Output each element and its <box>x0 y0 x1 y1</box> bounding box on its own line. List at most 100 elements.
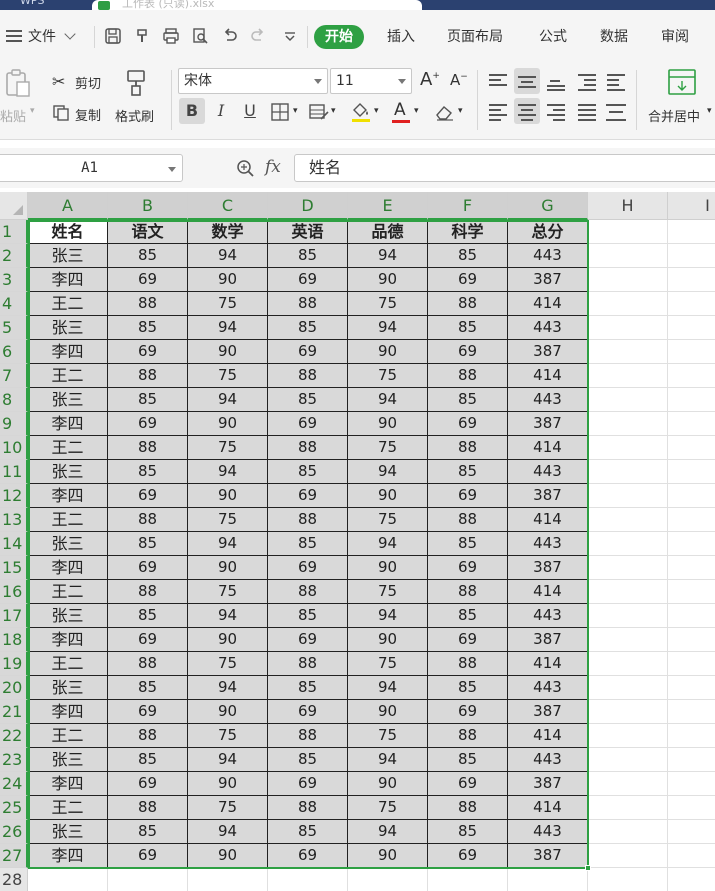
empty-cell[interactable] <box>668 820 715 844</box>
data-cell[interactable]: 90 <box>188 340 268 364</box>
empty-cell[interactable] <box>668 220 715 244</box>
empty-cell[interactable] <box>588 628 668 652</box>
data-cell[interactable]: 94 <box>188 604 268 628</box>
data-cell[interactable]: 69 <box>108 772 188 796</box>
empty-cell[interactable] <box>668 508 715 532</box>
data-cell[interactable]: 李四 <box>28 844 108 868</box>
customize-quick-access-icon[interactable] <box>281 27 299 45</box>
empty-cell[interactable] <box>588 844 668 868</box>
data-cell[interactable]: 85 <box>108 820 188 844</box>
data-cell[interactable]: 94 <box>188 316 268 340</box>
print-icon[interactable] <box>162 27 180 45</box>
app-tab[interactable]: WPS <box>0 0 90 10</box>
data-cell[interactable]: 85 <box>268 460 348 484</box>
data-cell[interactable]: 李四 <box>28 412 108 436</box>
empty-cell[interactable] <box>668 268 715 292</box>
empty-cell[interactable] <box>588 652 668 676</box>
data-cell[interactable]: 414 <box>508 580 588 604</box>
column-header-f[interactable]: F <box>428 192 508 220</box>
data-cell[interactable]: 75 <box>188 364 268 388</box>
data-cell[interactable]: 414 <box>508 724 588 748</box>
header-cell[interactable]: 姓名 <box>28 220 108 244</box>
data-cell[interactable]: 85 <box>428 532 508 556</box>
data-cell[interactable]: 414 <box>508 652 588 676</box>
column-header-e[interactable]: E <box>348 192 428 220</box>
empty-cell[interactable] <box>668 724 715 748</box>
row-header-2[interactable]: 2 <box>0 244 28 268</box>
row-header-27[interactable]: 27 <box>0 844 28 868</box>
tab-review[interactable]: 审阅 <box>661 25 689 49</box>
row-header-24[interactable]: 24 <box>0 772 28 796</box>
data-cell[interactable]: 443 <box>508 820 588 844</box>
empty-cell[interactable] <box>588 220 668 244</box>
data-cell[interactable]: 443 <box>508 532 588 556</box>
data-cell[interactable]: 85 <box>428 820 508 844</box>
data-cell[interactable]: 69 <box>428 340 508 364</box>
empty-cell[interactable] <box>668 796 715 820</box>
data-cell[interactable]: 88 <box>428 652 508 676</box>
data-cell[interactable]: 414 <box>508 364 588 388</box>
scissors-icon[interactable]: ✂ <box>52 72 65 91</box>
data-cell[interactable]: 69 <box>268 844 348 868</box>
data-cell[interactable]: 387 <box>508 268 588 292</box>
data-cell[interactable]: 94 <box>188 748 268 772</box>
data-cell[interactable]: 94 <box>348 316 428 340</box>
data-cell[interactable]: 88 <box>268 508 348 532</box>
merge-center-dropdown-icon[interactable]: ▾ <box>707 106 712 116</box>
empty-cell[interactable] <box>668 604 715 628</box>
data-cell[interactable]: 88 <box>108 364 188 388</box>
empty-cell[interactable] <box>668 340 715 364</box>
data-cell[interactable]: 387 <box>508 412 588 436</box>
data-cell[interactable]: 69 <box>268 268 348 292</box>
data-cell[interactable]: 69 <box>108 412 188 436</box>
empty-cell[interactable] <box>588 364 668 388</box>
data-cell[interactable]: 88 <box>108 652 188 676</box>
data-cell[interactable]: 94 <box>348 388 428 412</box>
column-header-b[interactable]: B <box>108 192 188 220</box>
data-cell[interactable]: 李四 <box>28 556 108 580</box>
empty-cell[interactable] <box>588 340 668 364</box>
empty-cell[interactable] <box>508 868 588 891</box>
align-right-icon[interactable] <box>543 98 569 124</box>
data-cell[interactable]: 85 <box>268 316 348 340</box>
empty-cell[interactable] <box>348 868 428 891</box>
data-cell[interactable]: 387 <box>508 484 588 508</box>
data-cell[interactable]: 69 <box>428 268 508 292</box>
row-header-8[interactable]: 8 <box>0 388 28 412</box>
data-cell[interactable]: 90 <box>348 340 428 364</box>
cell-format-icon[interactable] <box>308 102 330 122</box>
data-cell[interactable]: 443 <box>508 388 588 412</box>
data-cell[interactable]: 69 <box>108 268 188 292</box>
row-header-1[interactable]: 1 <box>0 220 28 244</box>
fill-color-dropdown-icon[interactable]: ▾ <box>374 106 379 116</box>
row-header-20[interactable]: 20 <box>0 676 28 700</box>
data-cell[interactable]: 88 <box>428 796 508 820</box>
fill-handle[interactable] <box>585 865 591 871</box>
column-header-a[interactable]: A <box>28 192 108 220</box>
row-header-11[interactable]: 11 <box>0 460 28 484</box>
data-cell[interactable]: 90 <box>188 484 268 508</box>
data-cell[interactable]: 69 <box>268 628 348 652</box>
cell-format-dropdown-icon[interactable]: ▾ <box>331 106 336 116</box>
empty-cell[interactable] <box>588 700 668 724</box>
data-cell[interactable]: 69 <box>428 556 508 580</box>
data-cell[interactable]: 75 <box>188 652 268 676</box>
empty-cell[interactable] <box>588 556 668 580</box>
row-header-17[interactable]: 17 <box>0 604 28 628</box>
empty-cell[interactable] <box>588 796 668 820</box>
data-cell[interactable]: 李四 <box>28 340 108 364</box>
data-cell[interactable]: 387 <box>508 340 588 364</box>
empty-cell[interactable] <box>588 412 668 436</box>
data-cell[interactable]: 94 <box>188 532 268 556</box>
data-cell[interactable]: 69 <box>428 844 508 868</box>
fill-color-icon[interactable] <box>350 100 372 124</box>
increase-font-size-icon[interactable]: A+ <box>420 69 440 90</box>
data-cell[interactable]: 69 <box>108 628 188 652</box>
data-cell[interactable]: 69 <box>108 700 188 724</box>
data-cell[interactable]: 94 <box>188 676 268 700</box>
tab-data[interactable]: 数据 <box>600 25 628 49</box>
data-cell[interactable]: 69 <box>428 484 508 508</box>
empty-cell[interactable] <box>588 748 668 772</box>
empty-cell[interactable] <box>588 724 668 748</box>
borders-icon[interactable] <box>270 102 290 122</box>
